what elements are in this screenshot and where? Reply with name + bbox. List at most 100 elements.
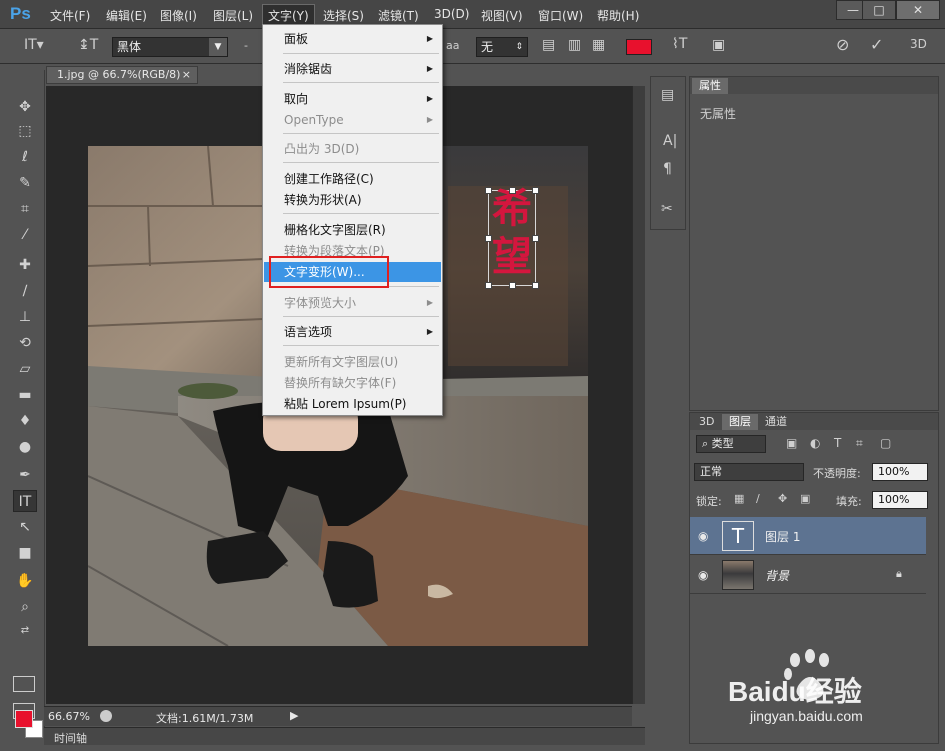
layer-name[interactable]: 图层 1 bbox=[765, 528, 800, 545]
layer-name[interactable]: 背景 bbox=[765, 567, 789, 584]
status-menu-arrow-icon[interactable]: ▶ bbox=[290, 709, 298, 722]
visibility-eye-icon[interactable]: ◉ bbox=[698, 529, 708, 543]
hand-tool-icon[interactable]: ✋ bbox=[13, 570, 37, 592]
dodge-tool-icon[interactable]: ● bbox=[13, 436, 37, 458]
path-select-tool-icon[interactable]: ↖ bbox=[13, 516, 37, 538]
fill-input[interactable]: 100% bbox=[872, 491, 928, 509]
tab-channels[interactable]: 通道 bbox=[758, 414, 794, 430]
cancel-icon[interactable]: ⊘ bbox=[836, 35, 849, 54]
3d-mode-button[interactable]: 3D bbox=[910, 37, 927, 51]
brush-tool-icon[interactable]: ∕ bbox=[13, 280, 37, 302]
blend-mode-select[interactable]: 正常 bbox=[694, 463, 804, 481]
menu-filter[interactable]: 滤镜(T) bbox=[378, 7, 419, 24]
timeline-panel-bar[interactable]: 时间轴 bbox=[44, 727, 645, 745]
transform-handle[interactable] bbox=[485, 282, 492, 289]
text-layer-bounding-box[interactable]: 希 望 bbox=[485, 186, 539, 289]
zoom-tool-icon[interactable]: ⌕ bbox=[13, 596, 37, 618]
commit-icon[interactable]: ✓ bbox=[870, 35, 883, 54]
crop-tool-icon[interactable]: ⌗ bbox=[13, 198, 37, 220]
history-panel-icon[interactable]: ▤ bbox=[661, 87, 674, 103]
transform-handle[interactable] bbox=[509, 187, 516, 194]
vertical-scrollbar[interactable] bbox=[632, 86, 645, 704]
shape-tool-icon[interactable]: ■ bbox=[13, 542, 37, 564]
status-info-icon[interactable] bbox=[100, 710, 112, 722]
menu-item-orientation[interactable]: 取向 ▶ bbox=[264, 89, 441, 109]
menu-window[interactable]: 窗口(W) bbox=[538, 7, 583, 24]
tab-layers[interactable]: 图层 bbox=[722, 414, 758, 430]
menu-3d[interactable]: 3D(D) bbox=[434, 7, 469, 21]
document-tab[interactable]: 1.jpg @ 66.7%(RGB/8) × bbox=[46, 66, 198, 84]
align-center-icon[interactable]: ▥ bbox=[568, 37, 581, 53]
menu-item-opentype[interactable]: OpenType ▶ bbox=[264, 110, 441, 130]
blur-tool-icon[interactable]: ♦ bbox=[13, 410, 37, 432]
menu-layer[interactable]: 图层(L) bbox=[213, 7, 253, 24]
lock-position-icon[interactable]: ✥ bbox=[778, 492, 787, 505]
warp-text-icon[interactable]: ⌇T bbox=[672, 36, 687, 52]
lock-transparent-icon[interactable]: ▦ bbox=[734, 492, 744, 505]
antialias-select[interactable]: 无 ⇕ bbox=[476, 37, 528, 57]
menu-item-replace-missing-fonts[interactable]: 替换所有缺欠字体(F) bbox=[264, 373, 441, 393]
gradient-tool-icon[interactable]: ▬ bbox=[13, 384, 37, 406]
transform-handle[interactable] bbox=[485, 235, 492, 242]
character-panel-icon[interactable]: ▣ bbox=[712, 37, 725, 53]
eraser-tool-icon[interactable]: ▱ bbox=[13, 358, 37, 380]
align-right-icon[interactable]: ▦ bbox=[592, 37, 605, 53]
close-tab-icon[interactable]: × bbox=[182, 67, 191, 83]
marquee-tool-icon[interactable]: ⬚ bbox=[13, 120, 37, 142]
lasso-tool-icon[interactable]: ℓ bbox=[13, 146, 37, 168]
filter-shape-icon[interactable]: ⌗ bbox=[856, 436, 863, 451]
menu-item-extrude-3d[interactable]: 凸出为 3D(D) bbox=[264, 139, 441, 159]
quick-mask-icon[interactable] bbox=[13, 676, 35, 692]
menu-item-panels[interactable]: 面板 ▶ bbox=[264, 29, 441, 49]
menu-item-create-work-path[interactable]: 创建工作路径(C) bbox=[264, 169, 441, 189]
toggle-text-orientation-icon[interactable]: ↨T bbox=[78, 37, 98, 53]
menu-file[interactable]: 文件(F) bbox=[50, 7, 90, 24]
menu-image[interactable]: 图像(I) bbox=[160, 7, 197, 24]
maximize-button[interactable]: □ bbox=[862, 0, 896, 20]
opacity-input[interactable]: 100% bbox=[872, 463, 928, 481]
type-tool-preset-icon[interactable]: IT▾ bbox=[24, 37, 44, 53]
tab-3d[interactable]: 3D bbox=[692, 414, 721, 430]
menu-select[interactable]: 选择(S) bbox=[323, 7, 364, 24]
layer-filter-select[interactable]: ⌕ 类型 bbox=[696, 435, 766, 453]
lock-all-icon[interactable]: ▣ bbox=[800, 492, 810, 505]
menu-item-update-all-text-layers[interactable]: 更新所有文字图层(U) bbox=[264, 352, 441, 372]
swap-colors-icon[interactable]: ⇄ bbox=[13, 620, 37, 642]
font-style-select[interactable]: - bbox=[244, 39, 248, 52]
transform-handle[interactable] bbox=[532, 187, 539, 194]
type-tool-icon[interactable]: IT bbox=[13, 490, 37, 512]
transform-handle[interactable] bbox=[509, 282, 516, 289]
text-color-swatch[interactable] bbox=[626, 39, 652, 55]
menu-item-font-preview-size[interactable]: 字体预览大小 ▶ bbox=[264, 293, 441, 313]
tool-presets-icon[interactable]: ✂ bbox=[661, 201, 673, 217]
menu-view[interactable]: 视图(V) bbox=[481, 7, 523, 24]
menu-item-paste-lorem-ipsum[interactable]: 粘贴 Lorem Ipsum(P) bbox=[264, 394, 441, 414]
eyedropper-tool-icon[interactable]: ⁄ bbox=[13, 224, 37, 246]
filter-pixel-icon[interactable]: ▣ bbox=[786, 436, 797, 450]
move-tool-icon[interactable]: ✥ bbox=[13, 96, 37, 118]
quick-select-tool-icon[interactable]: ✎ bbox=[13, 172, 37, 194]
align-left-icon[interactable]: ▤ bbox=[542, 37, 555, 53]
layer-row[interactable]: ◉ 背景 🔒︎ bbox=[690, 556, 926, 594]
filter-smart-object-icon[interactable]: ▢ bbox=[880, 436, 891, 450]
filter-adjustment-icon[interactable]: ◐ bbox=[810, 436, 820, 450]
foreground-color[interactable] bbox=[15, 710, 33, 728]
menu-edit[interactable]: 编辑(E) bbox=[106, 7, 147, 24]
filter-type-icon[interactable]: T bbox=[834, 436, 841, 450]
font-family-select[interactable]: 黑体 ▼ bbox=[112, 37, 228, 57]
clone-stamp-tool-icon[interactable]: ⊥ bbox=[13, 306, 37, 328]
transform-handle[interactable] bbox=[532, 235, 539, 242]
layer-row[interactable]: ◉ T 图层 1 bbox=[690, 517, 926, 555]
pen-tool-icon[interactable]: ✒ bbox=[13, 464, 37, 486]
healing-brush-tool-icon[interactable]: ✚ bbox=[13, 254, 37, 276]
transform-handle[interactable] bbox=[485, 187, 492, 194]
menu-item-antialias[interactable]: 消除锯齿 ▶ bbox=[264, 59, 441, 79]
menu-item-convert-to-shape[interactable]: 转换为形状(A) bbox=[264, 190, 441, 210]
menu-help[interactable]: 帮助(H) bbox=[597, 7, 639, 24]
zoom-level[interactable]: 66.67% bbox=[48, 710, 90, 723]
history-brush-tool-icon[interactable]: ⟲ bbox=[13, 332, 37, 354]
lock-image-icon[interactable]: ∕ bbox=[756, 492, 760, 505]
visibility-eye-icon[interactable]: ◉ bbox=[698, 568, 708, 582]
character-panel-icon[interactable]: A| bbox=[663, 133, 677, 149]
paragraph-panel-icon[interactable]: ¶ bbox=[663, 161, 672, 177]
